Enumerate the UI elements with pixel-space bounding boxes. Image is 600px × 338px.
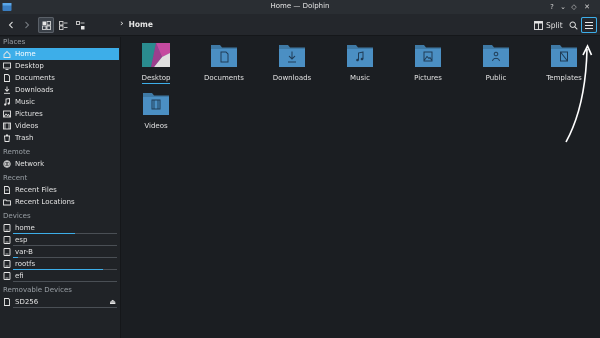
section-header-devices: Devices	[3, 212, 31, 220]
split-label: Split	[546, 20, 563, 30]
sidebar-item-label: Desktop	[15, 62, 44, 70]
sidebar-item-label: Recent Locations	[15, 198, 75, 206]
sidebar-item-label: Documents	[15, 74, 55, 82]
file-view[interactable]: Desktop Documents Downloads Music Pictur…	[122, 37, 600, 338]
sidebar-item-label: Pictures	[15, 110, 43, 118]
section-header-remote: Remote	[3, 148, 31, 156]
sidebar-item-videos[interactable]: Videos	[0, 120, 120, 132]
sidebar-item-downloads[interactable]: Downloads	[0, 84, 120, 96]
sidebar-item-label: efi	[15, 272, 24, 280]
drive-icon	[3, 260, 11, 268]
sidebar-item-home[interactable]: Home	[0, 48, 119, 60]
eject-icon[interactable]: ⏏	[109, 298, 116, 306]
sidebar-item-recent-locations[interactable]: Recent Locations	[0, 196, 120, 208]
hamburger-menu-icon[interactable]	[581, 17, 597, 33]
minimize-icon[interactable]: ⌄	[558, 2, 568, 12]
restore-icon[interactable]: ◇	[569, 2, 579, 12]
section-header-removable: Removable Devices	[3, 286, 72, 294]
sidebar-item-label: var-B	[15, 248, 33, 256]
details-view-icon[interactable]	[72, 17, 88, 33]
sidebar-item-sd256[interactable]: SD256 ⏏	[0, 296, 120, 308]
breadcrumb-separator: ›	[120, 19, 124, 29]
section-header-places: Places	[3, 38, 26, 46]
capacity-bar	[13, 280, 117, 282]
breadcrumb-current[interactable]: Home	[129, 20, 153, 29]
forward-icon[interactable]	[19, 17, 35, 33]
sidebar-item-label: esp	[15, 236, 28, 244]
drive-icon	[3, 248, 11, 256]
help-icon[interactable]: ?	[547, 2, 557, 12]
home-icon	[3, 50, 11, 58]
network-icon	[3, 160, 11, 168]
sidebar-item-label: Downloads	[15, 86, 54, 94]
icons-view-icon[interactable]	[38, 17, 54, 33]
window-title: Home — Dolphin	[270, 2, 330, 10]
documents-icon	[3, 74, 11, 82]
capacity-bar	[13, 306, 117, 308]
sidebar-item-network[interactable]: Network	[0, 158, 120, 170]
sidebar-item-label: home	[15, 224, 35, 232]
section-header-recent: Recent	[3, 174, 28, 182]
sidebar-item-label: SD256	[15, 298, 39, 306]
annotation-arrow	[565, 44, 593, 143]
sidebar-item-label: Videos	[15, 122, 39, 130]
sidebar-item-esp[interactable]: esp	[0, 234, 120, 246]
compact-view-icon[interactable]	[55, 17, 71, 33]
sidebar-item-documents[interactable]: Documents	[0, 72, 120, 84]
sidebar-item-label: Trash	[15, 134, 34, 142]
sidebar-item-music[interactable]: Music	[0, 96, 120, 108]
title-bar: Home — Dolphin ? ⌄ ◇ ✕	[0, 0, 600, 14]
sidebar-item-home[interactable]: home	[0, 222, 120, 234]
desktop-icon	[3, 62, 11, 70]
split-icon	[534, 20, 543, 30]
drive-icon	[3, 236, 11, 244]
drive-icon	[3, 224, 11, 232]
music-icon	[3, 98, 11, 106]
videos-icon	[3, 122, 11, 130]
trash-icon	[3, 134, 11, 142]
sidebar-item-var-b[interactable]: var-B	[0, 246, 120, 258]
sidebar-item-trash[interactable]: Trash	[0, 132, 120, 144]
toolbar: › Home Split	[0, 14, 600, 36]
sidebar-item-label: Network	[15, 160, 45, 168]
sidebar-item-desktop[interactable]: Desktop	[0, 60, 120, 72]
close-icon[interactable]: ✕	[582, 2, 592, 12]
sidebar-item-label: rootfs	[15, 260, 36, 268]
sidebar-item-efi[interactable]: efi	[0, 270, 120, 282]
sidebar-item-pictures[interactable]: Pictures	[0, 108, 120, 120]
split-button[interactable]: Split	[534, 18, 563, 32]
drive-icon	[3, 272, 11, 280]
places-panel: Places Home Desktop Documents Downloads Musi…	[0, 37, 121, 338]
sidebar-item-rootfs[interactable]: rootfs	[0, 258, 120, 270]
sd-card-icon	[3, 298, 11, 306]
back-icon[interactable]	[3, 17, 19, 33]
sidebar-item-label: Recent Files	[15, 186, 57, 194]
search-icon[interactable]	[565, 17, 581, 33]
downloads-icon	[3, 86, 11, 94]
sidebar-item-recent-files[interactable]: Recent Files	[0, 184, 120, 196]
sidebar-item-label: Music	[15, 98, 35, 106]
recent-locations-icon	[3, 198, 11, 206]
recent-files-icon	[3, 186, 11, 194]
breadcrumb[interactable]: › Home	[120, 19, 153, 29]
pictures-icon	[3, 110, 11, 118]
sidebar-item-label: Home	[15, 50, 36, 58]
